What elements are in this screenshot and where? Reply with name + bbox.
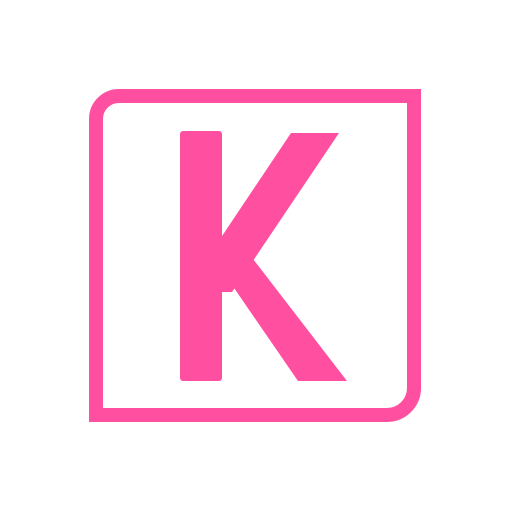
- k-logo-icon: [89, 89, 421, 422]
- logo-letter-k-stem: [180, 131, 222, 381]
- app-icon-canvas: [0, 0, 512, 512]
- logo-letter-k-lower-leg: [232, 255, 347, 381]
- logo-letter-k-upper-arm: [216, 133, 339, 292]
